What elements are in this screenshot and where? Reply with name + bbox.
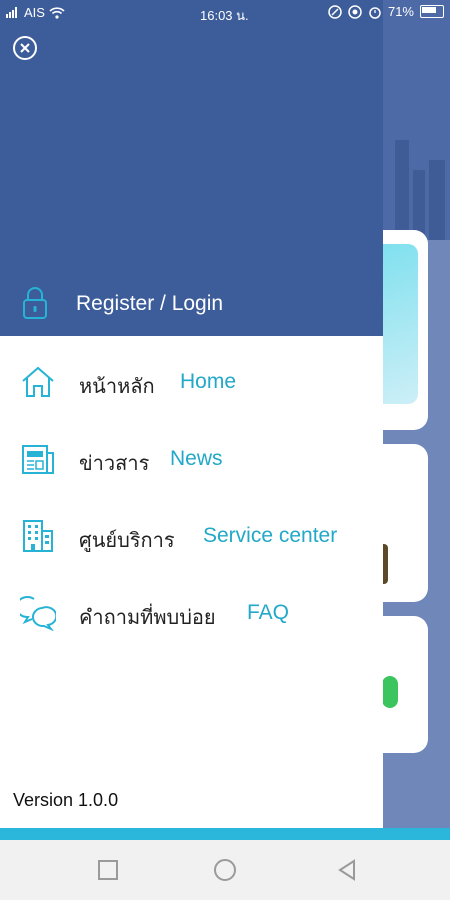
bottom-accent-line bbox=[0, 828, 383, 840]
status-time: 16:03 น. bbox=[200, 8, 249, 23]
menu-item-label-en: News bbox=[170, 447, 223, 470]
signal-area: AIS bbox=[6, 5, 65, 20]
alarm-icon bbox=[369, 6, 381, 19]
system-navigation-bar bbox=[0, 840, 450, 900]
navigation-drawer: Register / Login หน้าหลัก Home ข่าวสาร N… bbox=[0, 0, 383, 840]
lock-icon bbox=[23, 287, 47, 319]
menu-item-faq[interactable]: คำถามที่พบบ่อย FAQ bbox=[0, 575, 383, 652]
data-saver-icon bbox=[328, 4, 342, 19]
wifi-icon bbox=[49, 6, 65, 19]
menu-item-label-th: คำถามที่พบบ่อย bbox=[79, 607, 216, 629]
battery-icon bbox=[420, 5, 444, 18]
menu-item-label-en: Home bbox=[180, 370, 237, 393]
location-icon bbox=[348, 4, 362, 19]
home-icon bbox=[22, 366, 54, 397]
signal-icon bbox=[6, 7, 17, 18]
version-label: Version 1.0.0 bbox=[13, 790, 119, 810]
battery-percent: 71% bbox=[387, 4, 414, 19]
menu-item-label-en: FAQ bbox=[247, 601, 290, 624]
register-login-button[interactable]: Register / Login bbox=[0, 278, 383, 330]
drawer-menu: หน้าหลัก Home ข่าวสาร News ศูนย์บริการ S… bbox=[0, 344, 383, 652]
chat-bubbles-icon bbox=[20, 596, 56, 631]
status-bar: AIS 16:03 น. 71% bbox=[0, 0, 450, 26]
city-skyline-image bbox=[395, 140, 445, 240]
close-icon[interactable] bbox=[12, 35, 38, 61]
back-icon[interactable] bbox=[335, 858, 359, 882]
carrier-label: AIS bbox=[24, 5, 45, 20]
newspaper-icon bbox=[22, 445, 54, 474]
drawer-header: Register / Login bbox=[0, 0, 383, 336]
status-icons: 71% bbox=[328, 4, 444, 19]
menu-item-label-en: Service center bbox=[203, 524, 338, 547]
menu-item-label-th: ข่าวสาร bbox=[79, 453, 150, 475]
menu-item-label-th: หน้าหลัก bbox=[79, 376, 155, 398]
menu-item-home[interactable]: หน้าหลัก Home bbox=[0, 344, 383, 421]
login-label: Register / Login bbox=[76, 292, 224, 315]
building-icon bbox=[23, 520, 53, 552]
menu-item-label-th: ศูนย์บริการ bbox=[79, 530, 175, 552]
menu-item-news[interactable]: ข่าวสาร News bbox=[0, 421, 383, 498]
recent-apps-icon[interactable] bbox=[96, 858, 120, 882]
menu-item-service-center[interactable]: ศูนย์บริการ Service center bbox=[0, 498, 383, 575]
home-button-icon[interactable] bbox=[213, 858, 237, 882]
